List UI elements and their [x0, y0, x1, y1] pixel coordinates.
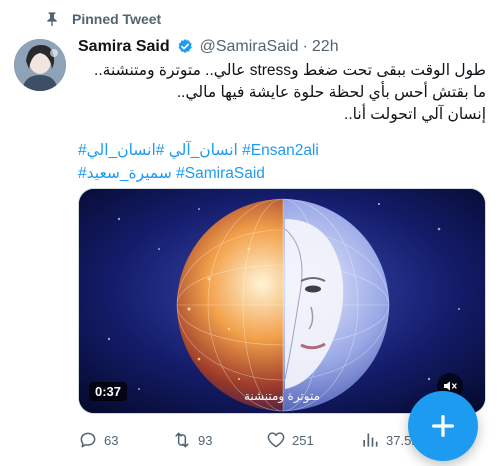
- tweet-text: طول الوقت ببقى تحت ضغط وstress عالي.. مت…: [78, 60, 486, 126]
- avatar[interactable]: [14, 39, 66, 91]
- video-player[interactable]: 0:37 متوترة ومتنشنة: [78, 188, 486, 414]
- hashtag-link[interactable]: #انسان_الي: [87, 142, 165, 159]
- tweet-text-line: طول الوقت ببقى تحت ضغط وstress عالي.. مت…: [94, 62, 486, 79]
- reply-button[interactable]: 63: [78, 426, 118, 454]
- video-thumbnail: [79, 189, 485, 413]
- tweet-header: Samira Said @SamiraSaid · 22h: [78, 36, 339, 58]
- verified-icon: [176, 38, 194, 56]
- pin-icon: [44, 11, 60, 27]
- separator-dot: ·: [302, 38, 308, 55]
- pinned-indicator: Pinned Tweet: [44, 8, 161, 30]
- reply-icon: [80, 432, 96, 448]
- plus-icon: [432, 415, 454, 437]
- retweet-count: 93: [198, 432, 213, 448]
- compose-tweet-button[interactable]: [408, 391, 478, 461]
- tweet-time[interactable]: 22h: [312, 38, 339, 56]
- hashtag-link[interactable]: #SamiraSaid: [176, 165, 265, 182]
- hashtag-link[interactable]: #Ensan2ali: [242, 142, 319, 159]
- like-button[interactable]: 251: [266, 426, 314, 454]
- reply-count: 63: [104, 432, 119, 448]
- tweet-text-line: إنسان آلي اتحولت أنا..: [344, 106, 486, 123]
- heart-icon: [267, 432, 285, 448]
- retweet-button[interactable]: 93: [172, 426, 212, 454]
- views-bar-chart-icon: [363, 433, 378, 447]
- tweet[interactable]: Pinned Tweet Samira Said @SamiraSaid · 2…: [0, 0, 500, 466]
- hashtags: #انسان_آلي #انسان_الي #Ensan2ali #سميرة_…: [78, 139, 486, 185]
- author-handle[interactable]: @SamiraSaid: [200, 38, 299, 56]
- author-display-name[interactable]: Samira Said: [78, 38, 170, 56]
- tweet-actions: 63 93 251 37.5K: [78, 426, 458, 454]
- retweet-icon: [175, 432, 189, 448]
- pinned-label: Pinned Tweet: [72, 11, 162, 27]
- like-count: 251: [292, 432, 314, 448]
- hashtag-link[interactable]: #سميرة_سعيد: [78, 165, 172, 182]
- tweet-text-line: ما بقتش أحس بأي لحظة حلوة عايشة فيها مال…: [176, 84, 486, 101]
